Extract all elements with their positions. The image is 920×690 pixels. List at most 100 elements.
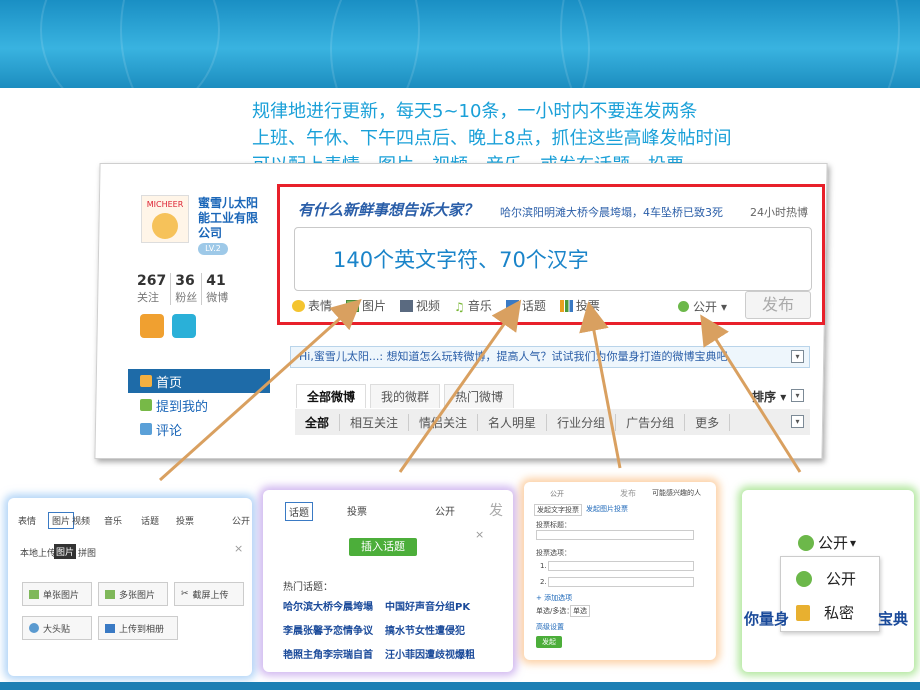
vote-title-input[interactable] bbox=[536, 530, 694, 540]
hot-topic-item[interactable]: 中国好声音分组PK bbox=[385, 598, 470, 613]
vote-option-input[interactable] bbox=[548, 561, 694, 571]
topic-toolbar-send[interactable]: 发 bbox=[489, 500, 503, 520]
privacy-option-label: 公开 bbox=[826, 570, 857, 588]
home-icon bbox=[140, 375, 152, 387]
tab-all-weibo[interactable]: 全部微博 bbox=[296, 384, 367, 408]
topic-toolbar-public[interactable]: 公开 bbox=[435, 503, 455, 518]
privacy-screenshot: 公开 ▾ 公开 私密 你量身 宝典 bbox=[742, 490, 914, 672]
vote-tab-image[interactable]: 发起图片投票 bbox=[586, 504, 628, 514]
stat-number: 36 bbox=[175, 273, 195, 289]
topic-toolbar-topic[interactable]: 话题 bbox=[285, 502, 313, 521]
button-label: 上传到相册 bbox=[119, 624, 165, 635]
lock-icon bbox=[796, 604, 810, 621]
privacy-option-public[interactable]: 公开 bbox=[796, 568, 856, 589]
filter-mutual[interactable]: 相互关注 bbox=[340, 413, 410, 431]
hot-topic-item[interactable]: 哈尔滨大桥今晨垮塌 bbox=[283, 598, 373, 613]
tab-my-groups[interactable]: 我的微群 bbox=[370, 384, 441, 408]
picture-toolbar-video[interactable]: 视频 bbox=[72, 514, 90, 527]
sidebar-item-home[interactable]: 首页 bbox=[128, 369, 270, 393]
medal-icon[interactable] bbox=[140, 314, 164, 338]
screenshot-upload-button[interactable]: ✂ 截屏上传 bbox=[174, 582, 244, 606]
stat-posts[interactable]: 41 微博 bbox=[206, 273, 232, 305]
globe-icon bbox=[798, 534, 814, 551]
vote-option-number: 1. bbox=[540, 562, 547, 570]
vote-option-input[interactable] bbox=[548, 577, 694, 587]
vote-option-number: 2. bbox=[540, 578, 547, 586]
picture-toolbar-public[interactable]: 公开 bbox=[232, 514, 250, 527]
compose-textarea[interactable]: 140个英文字符、70个汉字 bbox=[294, 227, 812, 291]
stat-number: 267 bbox=[137, 273, 167, 289]
hot-topic-item[interactable]: 搞水节女性遭侵犯 bbox=[385, 622, 465, 637]
stat-following[interactable]: 267 关注 bbox=[137, 273, 172, 305]
scissors-icon: ✂ bbox=[181, 589, 189, 599]
filter-industry[interactable]: 行业分组 bbox=[547, 413, 617, 431]
picture-toolbar-picture[interactable]: 图片 bbox=[48, 512, 75, 529]
filter-all[interactable]: 全部 bbox=[295, 413, 341, 431]
company-logo[interactable]: MICHEER bbox=[141, 195, 189, 243]
photo-booth-button[interactable]: 大头贴 bbox=[22, 616, 92, 640]
filter-ads[interactable]: 广告分组 bbox=[616, 413, 686, 431]
hot-topic-item[interactable]: 李晨张馨予恋情争议 bbox=[283, 622, 373, 637]
background-text: 宝典 bbox=[878, 610, 909, 628]
sidebar-nav: 首页 提到我的 评论 bbox=[128, 369, 270, 441]
sidebar-item-mentions[interactable]: 提到我的 bbox=[128, 393, 270, 417]
privacy-option-private[interactable]: 私密 bbox=[796, 602, 854, 623]
upload-album-button[interactable]: 上传到相册 bbox=[98, 616, 178, 640]
level-badge: LV.2 bbox=[198, 243, 228, 255]
vote-toolbar-send[interactable]: 发布 bbox=[620, 488, 636, 499]
vote-tab-text[interactable]: 发起文字投票 bbox=[534, 504, 582, 516]
filter-menu-icon[interactable]: ▾ bbox=[791, 415, 804, 428]
filter-couple[interactable]: 情侣关注 bbox=[409, 413, 479, 431]
footer-bar bbox=[0, 682, 920, 690]
settings-icon[interactable]: ▾ bbox=[791, 389, 804, 402]
hot-topic-item[interactable]: 汪小菲因遭歧视爆粗 bbox=[385, 646, 475, 661]
publish-button[interactable]: 发布 bbox=[745, 291, 811, 319]
app-icon[interactable] bbox=[172, 314, 196, 338]
picture-toolbar-emoji[interactable]: 表情 bbox=[18, 514, 36, 527]
pictures-icon bbox=[105, 589, 115, 599]
tool-topic-button[interactable]: 话题 bbox=[505, 297, 546, 314]
filter-more[interactable]: 更多 bbox=[685, 413, 731, 431]
hot-topic-link[interactable]: 哈尔滨阳明滩大桥今晨垮塌，4车坠桥已致3死 bbox=[500, 204, 723, 220]
vote-toolbar-public[interactable]: 公开 bbox=[550, 489, 564, 499]
picture-toolbar-vote[interactable]: 投票 bbox=[176, 514, 194, 527]
picture-toolbar-topic[interactable]: 话题 bbox=[141, 514, 159, 527]
logo-face-icon bbox=[152, 213, 178, 239]
sort-dropdown[interactable]: 排序 ▾ bbox=[752, 388, 786, 405]
company-name[interactable]: 蜜雪儿太阳能工业有限公司 bbox=[198, 196, 268, 241]
stat-fans[interactable]: 36 粉丝 bbox=[175, 273, 203, 305]
tool-emoji-button[interactable]: 表情 bbox=[292, 297, 332, 314]
picture-tab-poster[interactable]: 拼图 bbox=[78, 546, 96, 559]
compose-toolbar: 表情 图片 视频 ♫ 音乐 话题 投票 bbox=[292, 297, 600, 314]
topic-toolbar-vote[interactable]: 投票 bbox=[347, 503, 367, 518]
tool-video-button[interactable]: 视频 bbox=[400, 297, 440, 314]
vote-advanced-link[interactable]: 高级设置 bbox=[536, 622, 564, 632]
stat-label: 粉丝 bbox=[175, 291, 198, 304]
tool-picture-button[interactable]: 图片 bbox=[346, 297, 386, 314]
single-picture-button[interactable]: 单张图片 bbox=[22, 582, 92, 606]
collapse-icon[interactable]: ▾ bbox=[791, 350, 804, 363]
tips-banner[interactable]: Hi,蜜雪儿太阳...: 想知道怎么玩转微博，提高人气？试试我们为你量身打造的微… bbox=[290, 346, 810, 368]
tool-vote-button[interactable]: 投票 bbox=[559, 297, 600, 314]
privacy-select[interactable]: 公开 ▾ bbox=[798, 532, 856, 553]
close-icon[interactable]: × bbox=[234, 542, 243, 555]
sidebar-item-comments[interactable]: 评论 bbox=[128, 417, 270, 441]
hot-24h-label[interactable]: 24小时热博 bbox=[750, 204, 808, 220]
multi-picture-button[interactable]: 多张图片 bbox=[98, 582, 168, 606]
visibility-select[interactable]: 公开 ▾ bbox=[678, 298, 727, 315]
close-icon[interactable]: × bbox=[475, 528, 484, 541]
vote-add-option-link[interactable]: + 添加选项 bbox=[536, 593, 572, 603]
vote-mode-select[interactable]: 单选 bbox=[570, 605, 590, 617]
tab-hot-weibo[interactable]: 热门微博 bbox=[444, 384, 515, 408]
picture-toolbar-music[interactable]: 音乐 bbox=[104, 514, 122, 527]
insert-topic-button[interactable]: 插入话题 bbox=[349, 538, 417, 556]
tool-music-button[interactable]: ♫ 音乐 bbox=[454, 297, 492, 314]
privacy-option-label: 私密 bbox=[824, 604, 855, 622]
hot-topic-item[interactable]: 艳照主角李宗瑞自首 bbox=[283, 646, 373, 661]
picture-tab-local[interactable]: 本地上传 bbox=[20, 546, 56, 559]
tip-line: 规律地进行更新，每天5~10条，一小时内不要连发两条 bbox=[252, 101, 698, 122]
filter-celebrity[interactable]: 名人明星 bbox=[478, 413, 548, 431]
tool-label: 视频 bbox=[416, 299, 441, 313]
vote-submit-button[interactable]: 发起 bbox=[536, 636, 562, 648]
group-filter-bar: 全部 相互关注 情侣关注 名人明星 行业分组 广告分组 更多 bbox=[295, 409, 810, 435]
